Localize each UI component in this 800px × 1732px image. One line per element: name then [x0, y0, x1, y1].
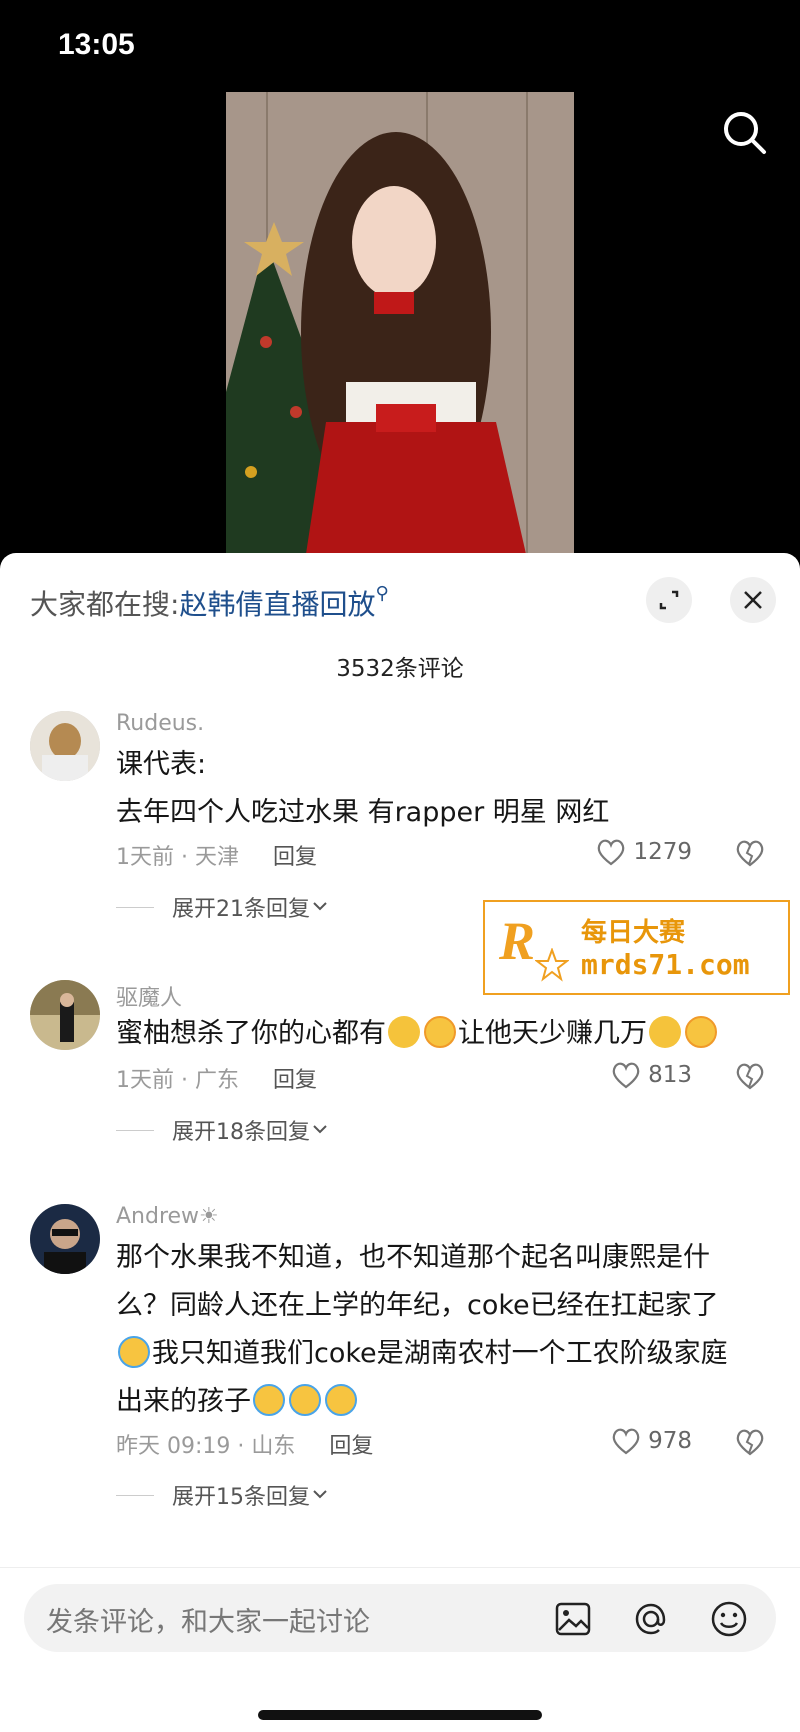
ok-hand-emoji: [388, 1016, 420, 1048]
expand-replies[interactable]: 展开21条回复: [116, 891, 330, 923]
like-button[interactable]: 1279: [595, 837, 692, 867]
comment-username[interactable]: Rudeus.: [116, 711, 204, 736]
expand-icon: [659, 590, 679, 610]
video-frame: [226, 92, 574, 554]
comment-input-placeholder: 发条评论，和大家一起讨论: [46, 1607, 370, 1638]
laughing-tears-emoji: [424, 1016, 456, 1048]
chevron-down-icon: [313, 1490, 327, 1499]
expand-replies[interactable]: 展开15条回复: [116, 1479, 330, 1511]
comment-text: 课代表: 去年四个人吃过水果 有rapper 明星 网红: [116, 741, 766, 837]
expand-replies-label: 展开15条回复: [172, 1485, 310, 1510]
search-button[interactable]: [720, 108, 770, 158]
comment-time-location: 1天前 · 广东: [116, 1068, 239, 1093]
heart-icon: [612, 1428, 640, 1455]
image-icon: [555, 1602, 591, 1636]
comment-text-part: 我只知道我们coke是湖南农村一个工农阶级家庭: [152, 1338, 728, 1369]
heart-icon: [612, 1062, 640, 1089]
heart-icon: [598, 839, 625, 866]
expand-replies-label: 展开21条回复: [172, 897, 310, 922]
dislike-button[interactable]: [734, 838, 766, 868]
like-count: 1279: [633, 839, 692, 865]
like-button[interactable]: 978: [610, 1426, 692, 1456]
comment-text: 蜜柚想杀了你的心都有 让他天少赚几万: [116, 1010, 766, 1058]
expand-replies[interactable]: 展开18条回复: [116, 1114, 330, 1146]
comment-text-part: 出来的孩子: [116, 1386, 251, 1417]
comment-meta: 1天前 · 广东 回复: [116, 1062, 317, 1094]
comment-text-line: 出来的孩子: [116, 1378, 766, 1426]
comment-count: 3532条评论: [336, 656, 464, 682]
comment-username[interactable]: 驱魔人: [116, 980, 182, 1012]
reply-button[interactable]: 回复: [273, 1068, 317, 1093]
avatar[interactable]: [30, 980, 100, 1050]
broken-heart-icon: [736, 840, 764, 867]
comment-meta: 1天前 · 天津 回复: [116, 839, 317, 871]
hot-search-keyword[interactable]: 赵韩倩直播回放: [179, 588, 375, 621]
reply-button[interactable]: 回复: [329, 1434, 373, 1459]
emoji-button[interactable]: [710, 1600, 748, 1638]
like-count: 978: [648, 1428, 692, 1454]
close-button[interactable]: [730, 577, 776, 623]
crying-emoji: [253, 1384, 285, 1416]
reply-button[interactable]: 回复: [273, 845, 317, 870]
expand-button[interactable]: [646, 577, 692, 623]
comment-text-line: 课代表:: [116, 749, 207, 780]
crying-emoji: [289, 1384, 321, 1416]
comment-text-line: 去年四个人吃过水果 有rapper 明星 网红: [116, 797, 610, 828]
hot-search[interactable]: 大家都在搜:赵韩倩直播回放⚲: [30, 583, 389, 623]
close-icon: [744, 591, 762, 609]
comment-text-line: 我只知道我们coke是湖南农村一个工农阶级家庭: [116, 1330, 766, 1378]
watermark-title: 每日大赛: [581, 918, 686, 948]
crying-emoji: [118, 1336, 150, 1368]
comment-meta: 昨天 09:19 · 山东 回复: [116, 1428, 373, 1460]
comment-text-line: 那个水果我不知道，也不知道那个起名叫康熙是什: [116, 1242, 710, 1273]
comment-input[interactable]: 发条评论，和大家一起讨论: [24, 1584, 776, 1652]
comment-username[interactable]: Andrew☀: [116, 1204, 219, 1229]
home-indicator: [258, 1710, 542, 1720]
comment-text-part: 蜜柚想杀了你的心都有: [116, 1018, 386, 1049]
emoji-icon: [711, 1601, 747, 1637]
hot-search-icon: ⚲: [375, 583, 389, 604]
comment-text-part: 让他天少赚几万: [458, 1018, 647, 1049]
search-icon: [724, 112, 766, 154]
like-count: 813: [648, 1062, 692, 1088]
broken-heart-icon: [736, 1429, 764, 1456]
crying-emoji: [325, 1384, 357, 1416]
broken-heart-icon: [736, 1063, 764, 1090]
comment-time-location: 1天前 · 天津: [116, 845, 239, 870]
comment-text: 那个水果我不知道，也不知道那个起名叫康熙是什 么？同龄人还在上学的年纪，coke…: [116, 1234, 766, 1426]
mention-button[interactable]: [632, 1600, 670, 1638]
image-button[interactable]: [554, 1600, 592, 1638]
avatar[interactable]: [30, 711, 100, 781]
watermark-logo: R: [499, 911, 536, 971]
comment-text-line: 蜜柚想杀了你的心都有 让他天少赚几万: [116, 1010, 766, 1058]
divider: [116, 906, 154, 908]
comment-time-location: 昨天 09:19 · 山东: [116, 1434, 296, 1459]
expand-replies-label: 展开18条回复: [172, 1120, 310, 1145]
divider: [116, 1129, 154, 1131]
watermark-banner: R 每日大赛 mrds71.com: [483, 900, 790, 995]
comment-sheet: 大家都在搜:赵韩倩直播回放⚲ 3532条评论 Rudeus. 课代表: 去年四个…: [0, 553, 800, 1731]
avatar[interactable]: [30, 1204, 100, 1274]
laughing-tears-emoji: [685, 1016, 717, 1048]
dislike-button[interactable]: [734, 1061, 766, 1091]
chevron-down-icon: [313, 902, 327, 911]
like-button[interactable]: 813: [610, 1060, 692, 1090]
hot-search-label: 大家都在搜:: [30, 588, 180, 621]
watermark-url: mrds71.com: [581, 948, 750, 981]
comment-input-bar: 发条评论，和大家一起讨论: [0, 1567, 800, 1732]
comment-text-line: 么？同龄人还在上学的年纪，coke已经在扛起家了: [116, 1290, 719, 1321]
status-time: 13:05: [58, 28, 135, 61]
divider: [116, 1494, 154, 1496]
dislike-button[interactable]: [734, 1427, 766, 1457]
ok-hand-emoji: [649, 1016, 681, 1048]
video-player[interactable]: [226, 92, 574, 554]
chevron-down-icon: [313, 1125, 327, 1134]
star-icon: [535, 948, 569, 982]
at-icon: [635, 1603, 666, 1635]
